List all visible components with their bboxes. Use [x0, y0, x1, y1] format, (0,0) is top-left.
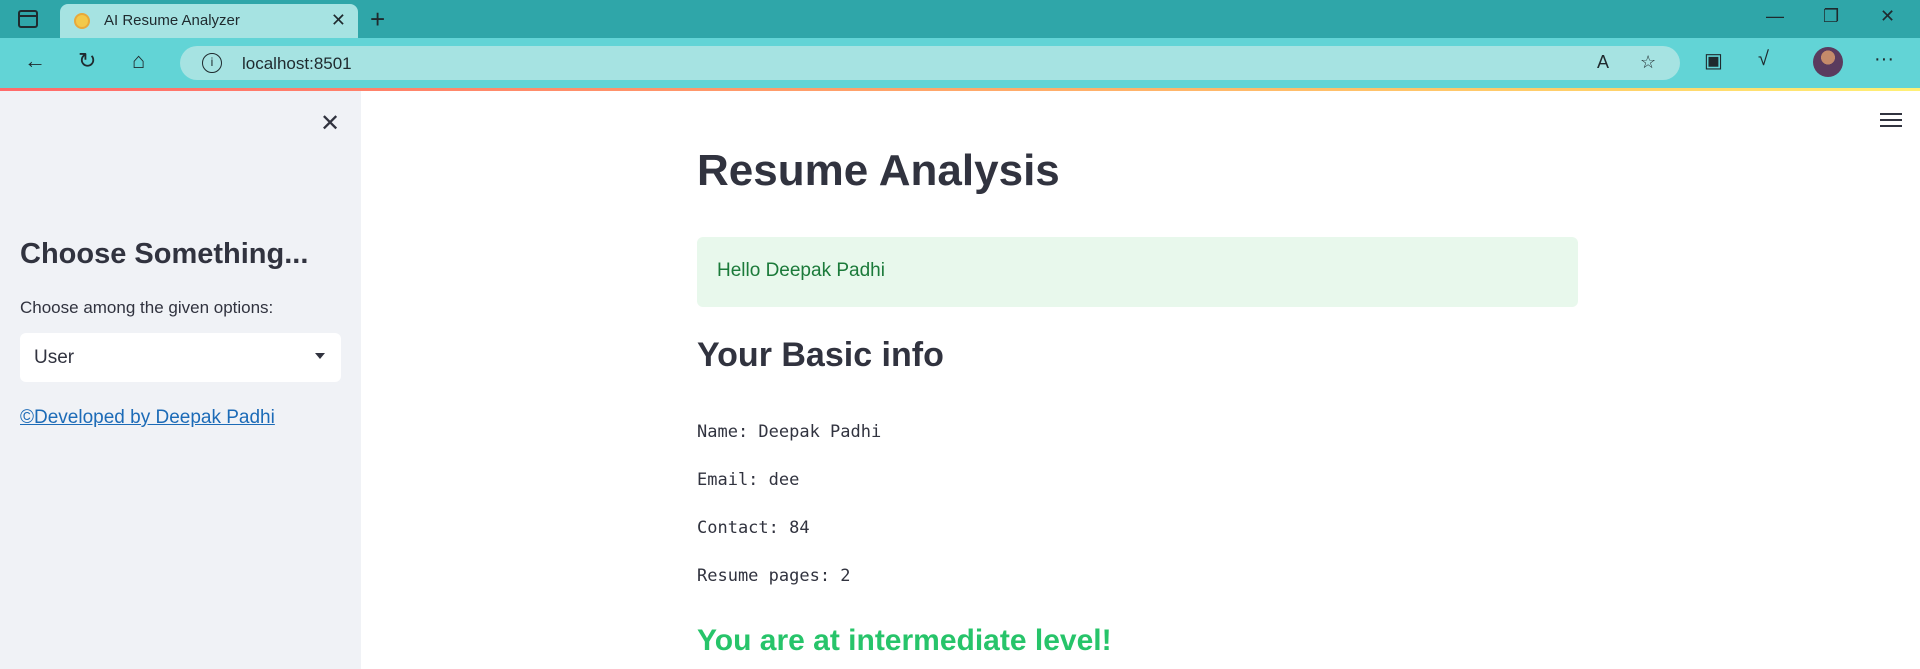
- select-label: Choose among the given options:: [20, 298, 274, 317]
- basic-info-title: Your Basic info: [697, 336, 944, 374]
- window-close-icon[interactable]: ✕: [1880, 6, 1895, 27]
- more-icon[interactable]: ···: [1874, 48, 1894, 71]
- greeting-alert: Hello Deepak Padhi: [697, 237, 1578, 307]
- tab-close-icon[interactable]: ✕: [331, 10, 346, 31]
- favicon-icon: [74, 13, 90, 29]
- developer-link[interactable]: ©Developed by Deepak Padhi: [20, 407, 275, 429]
- browser-tab[interactable]: AI Resume Analyzer ✕: [60, 4, 358, 38]
- page-title: Resume Analysis: [697, 146, 1060, 195]
- level-heading: You are at intermediate level!: [697, 624, 1112, 657]
- sidebar: ✕ Choose Something... Choose among the g…: [0, 91, 361, 669]
- read-aloud-icon[interactable]: A: [1597, 52, 1609, 73]
- tab-actions-icon[interactable]: [18, 10, 38, 28]
- name-line: Name: Deepak Padhi: [697, 422, 882, 442]
- sidebar-title: Choose Something...: [20, 238, 309, 270]
- address-text[interactable]: localhost:8501: [242, 54, 352, 74]
- home-icon[interactable]: ⌂: [132, 48, 145, 74]
- caret-down-icon: [315, 353, 325, 359]
- resume-pages-line: Resume pages: 2: [697, 566, 851, 586]
- contact-line: Contact: 84: [697, 518, 810, 538]
- tab-title: AI Resume Analyzer: [104, 12, 240, 29]
- favorite-icon[interactable]: ☆: [1640, 52, 1656, 73]
- site-info-icon[interactable]: i: [202, 53, 222, 73]
- back-icon[interactable]: ←: [24, 48, 46, 74]
- option-select[interactable]: User: [20, 333, 341, 382]
- reload-icon[interactable]: ↻: [78, 48, 96, 74]
- browser-toolbar: ← ↻ ⌂ i localhost:8501 A ☆ ▣ √ ···: [0, 38, 1920, 88]
- restore-icon[interactable]: ❐: [1823, 6, 1839, 27]
- menu-icon[interactable]: [1880, 113, 1902, 127]
- minimize-icon[interactable]: —: [1766, 6, 1784, 27]
- sidebar-close-icon[interactable]: ✕: [320, 109, 340, 138]
- collections-icon[interactable]: ▣: [1704, 48, 1723, 73]
- select-value: User: [34, 347, 75, 368]
- profile-avatar[interactable]: [1813, 47, 1843, 77]
- math-solver-icon[interactable]: √: [1758, 48, 1769, 71]
- main-content: Resume Analysis Hello Deepak Padhi Your …: [361, 91, 1920, 669]
- greeting-text: Hello Deepak Padhi: [717, 260, 885, 281]
- address-bar[interactable]: i localhost:8501 A ☆: [180, 46, 1680, 80]
- browser-tab-bar: AI Resume Analyzer ✕ + — ❐ ✕: [0, 0, 1920, 38]
- new-tab-icon[interactable]: +: [370, 4, 385, 35]
- email-line: Email: dee: [697, 470, 800, 490]
